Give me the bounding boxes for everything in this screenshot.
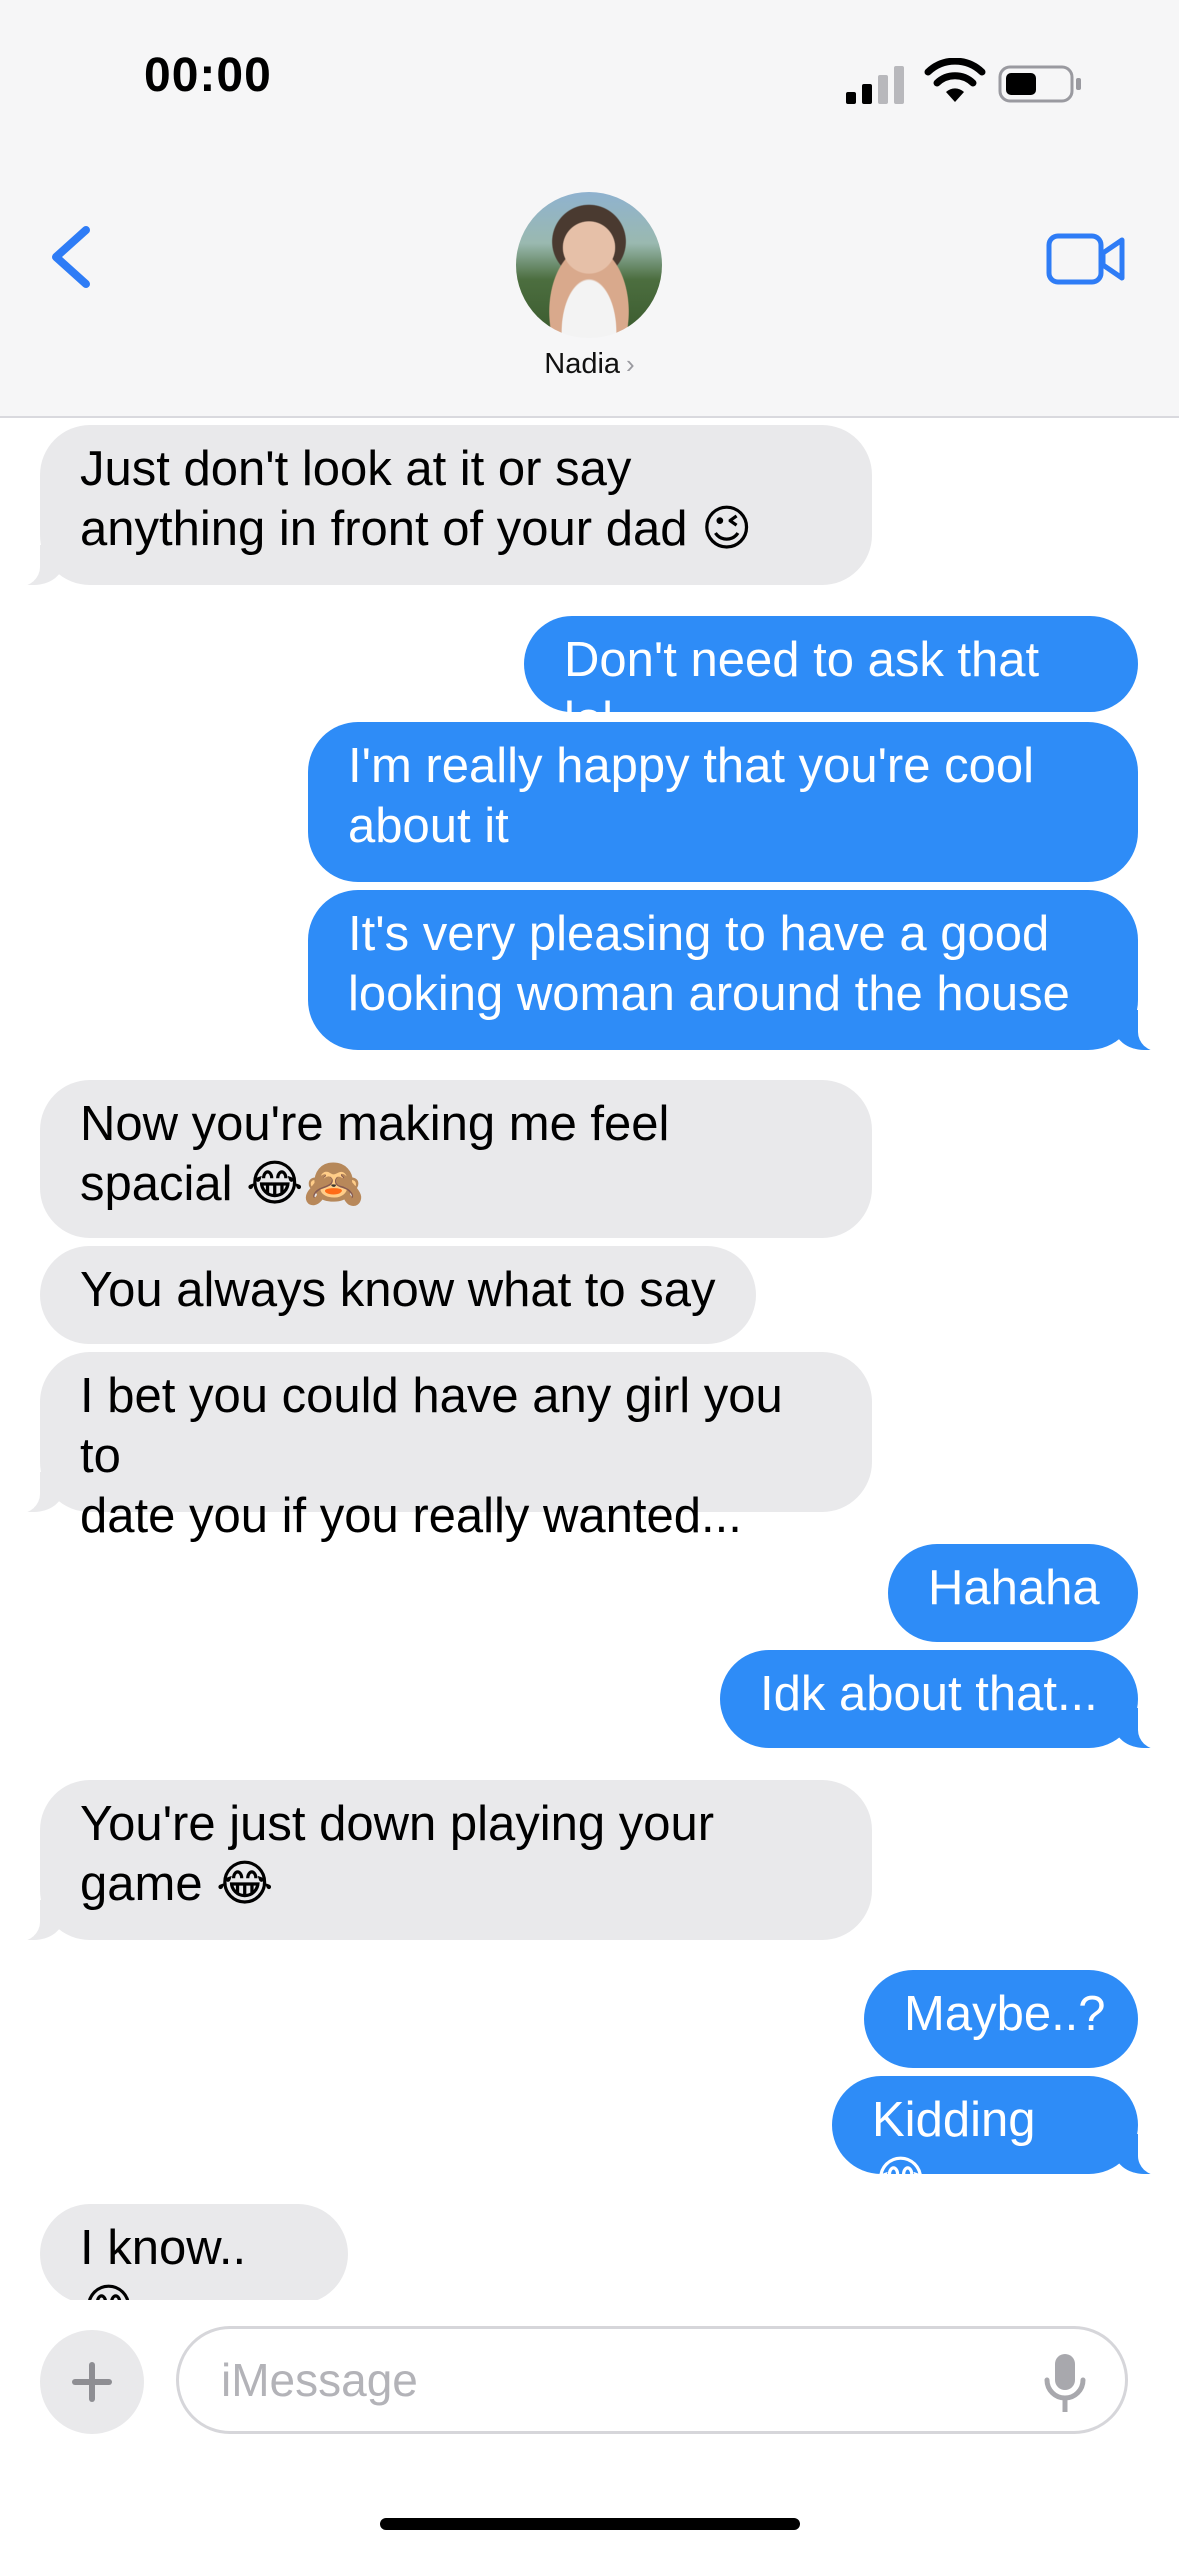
message-bubble-incoming[interactable]: Just don't look at it or say anything in… (0, 425, 872, 587)
home-indicator[interactable] (380, 2518, 800, 2530)
message-bubble-incoming[interactable]: You always know what to say (40, 1246, 756, 1344)
message-bubble-incoming[interactable]: I know.. 😂 (40, 2204, 348, 2335)
message-bubble-incoming[interactable]: You're just down playing your game 😂 (0, 1780, 872, 1942)
imessage-input[interactable]: iMessage (176, 2326, 1128, 2434)
microphone-icon[interactable] (1042, 2352, 1088, 2416)
message-bubble-outgoing[interactable]: Hahaha (888, 1544, 1138, 1642)
message-bubble-outgoing[interactable]: I'm really happy that you're cool about … (308, 722, 1138, 882)
message-bubble-outgoing[interactable]: Don't need to ask that lol (524, 616, 1138, 747)
message-list: Just don't look at it or say anything in… (0, 0, 1179, 2556)
plus-icon[interactable] (40, 2330, 144, 2434)
message-bubble-outgoing[interactable]: Kidding 😂 (832, 2076, 1179, 2207)
message-bubble-outgoing[interactable]: Maybe..? (864, 1970, 1138, 2068)
message-bubble-incoming[interactable]: Now you're making me feel spacial 😂🙈 (40, 1080, 872, 1238)
message-bubble-incoming[interactable]: I bet you could have any girl you to dat… (0, 1352, 872, 1543)
message-bubble-outgoing[interactable]: Idk about that... (720, 1650, 1179, 1750)
message-bubble-outgoing[interactable]: It's very pleasing to have a good lookin… (308, 890, 1179, 1052)
